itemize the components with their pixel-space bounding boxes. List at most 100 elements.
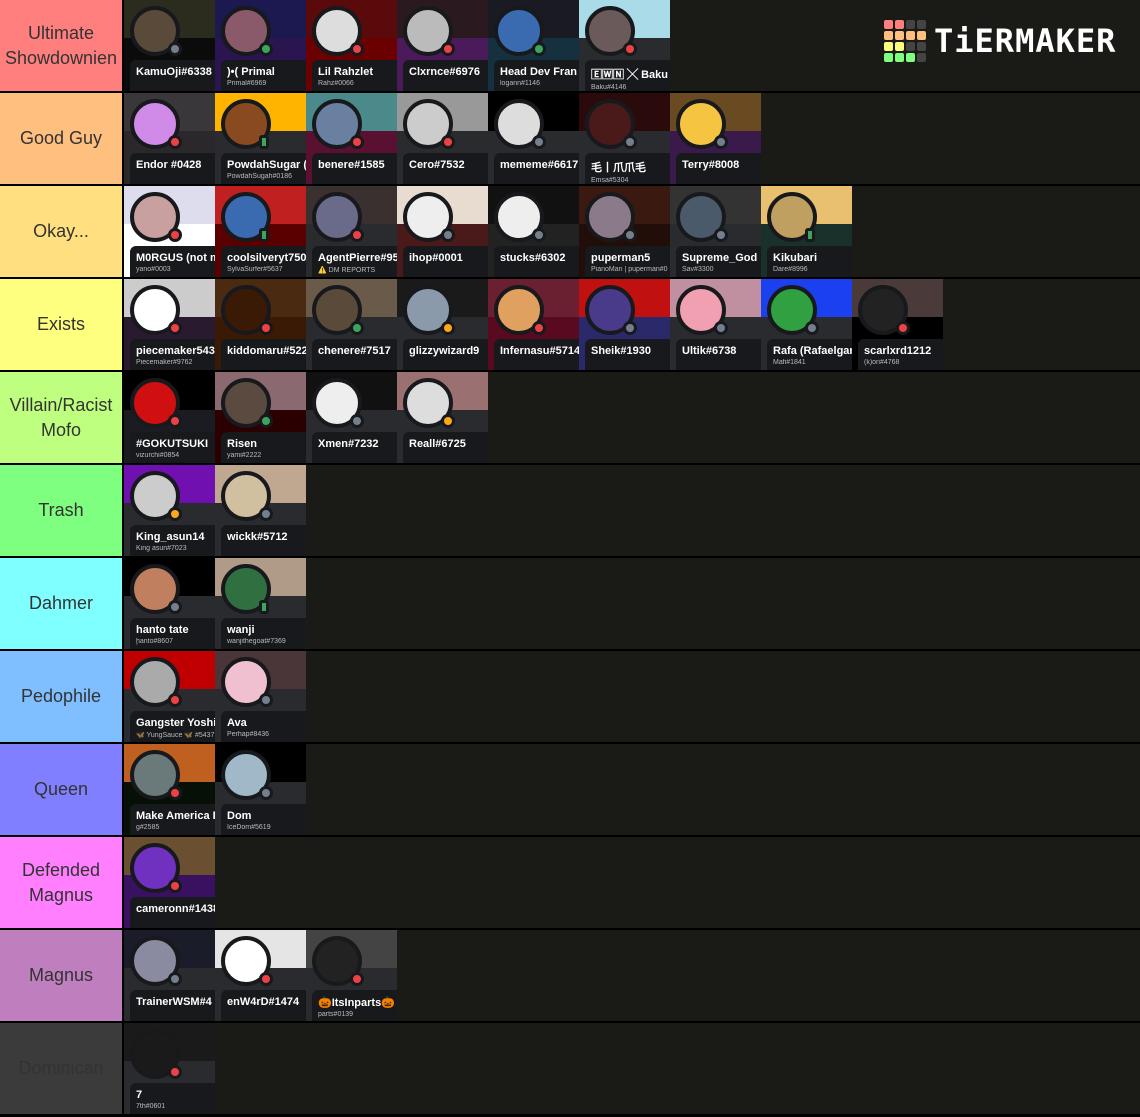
user-tag: Rahz#0066 <box>318 80 354 87</box>
tier-item-card[interactable]: Clxrnce#6976 <box>397 0 488 91</box>
tier-item-card[interactable]: Dom IceDom#5619 <box>215 744 306 835</box>
status-offline-icon <box>259 693 273 707</box>
tier-item-card[interactable]: Ultik#6738 <box>670 279 761 370</box>
user-tag: ⚠️ DM REPORTS <box>318 267 376 274</box>
user-tag: parts#0139 <box>318 1011 354 1018</box>
user-tag: logann#1146 <box>500 80 540 87</box>
tier-item-card[interactable]: wanji wanjithegoat#7369 <box>215 558 306 649</box>
tier-item-card[interactable]: Kikubari Dare#8996 <box>761 186 852 277</box>
tier-label[interactable]: Dominican <box>0 1023 124 1114</box>
user-tag: Piecemaker#9762 <box>136 359 193 366</box>
username: Supreme_God <box>682 252 758 264</box>
tier-item-card[interactable]: )•( Primal Primal#6969 <box>215 0 306 91</box>
tier-label[interactable]: Defended Magnus <box>0 837 124 928</box>
tier-item-card[interactable]: wickk#5712 <box>215 465 306 556</box>
tier-item-card[interactable]: Terry#8008 <box>670 93 761 184</box>
tier-item-card[interactable]: PowdahSugar (ResoluteWillyguy) PowdahSuga… <box>215 93 306 184</box>
tier-item-card[interactable]: Make America Dr g#2585 <box>124 744 215 835</box>
tier-row: Trash King_asun14 King asun#7023 wickk#5712 <box>0 465 1140 558</box>
tier-label[interactable]: Trash <box>0 465 124 556</box>
tier-item-card[interactable]: 7 7th#0601 <box>124 1023 215 1114</box>
tier-item-card[interactable]: AgentPierre#9526 ⚠️ DM REPORTS <box>306 186 397 277</box>
tier-items: cameronn#1438 <box>124 837 1140 928</box>
tier-item-card[interactable]: puperman5 PianoMan | puperman#0 <box>579 186 670 277</box>
status-offline-icon <box>714 321 728 335</box>
tier-label[interactable]: Okay... <box>0 186 124 277</box>
tier-item-card[interactable]: TrainerWSM#4 <box>124 930 215 1021</box>
tier-item-card[interactable]: Sheik#1930 <box>579 279 670 370</box>
tier-item-card[interactable]: Head Dev Fran logann#1146 <box>488 0 579 91</box>
tier-item-card[interactable]: Xmen#7232 <box>306 372 397 463</box>
name-panel: glizzywizard9 <box>403 339 488 370</box>
status-offline-icon <box>532 228 546 242</box>
name-panel: Dom IceDom#5619 <box>221 804 306 835</box>
status-offline-icon <box>714 135 728 149</box>
status-online-icon <box>350 321 364 335</box>
tier-item-card[interactable]: Endor #0428 <box>124 93 215 184</box>
name-panel: 🄴🅆🄽 ╳ Baku Baku#4146 <box>585 60 670 91</box>
tier-item-card[interactable]: cameronn#1438 <box>124 837 215 928</box>
tier-item-card[interactable]: #GOKUTSUKI vizurchi#0854 <box>124 372 215 463</box>
status-dnd-icon <box>168 693 182 707</box>
tier-item-card[interactable]: Gangster Yoshi 🦋 YungSauce 🦋 #5437 <box>124 651 215 742</box>
name-panel: kiddomaru#522 <box>221 339 306 370</box>
tier-item-card[interactable]: chenere#7517 <box>306 279 397 370</box>
tier-label[interactable]: Pedophile <box>0 651 124 742</box>
tier-item-card[interactable]: 🄴🅆🄽 ╳ Baku Baku#4146 <box>579 0 670 91</box>
tier-item-card[interactable]: KamuOji#6338 <box>124 0 215 91</box>
user-tag: Perhap#8436 <box>227 731 270 738</box>
status-idle-icon <box>441 414 455 428</box>
name-panel: 🎃ItsInparts🎃 parts#0139 <box>312 990 397 1021</box>
tier-item-card[interactable]: mememe#6617 <box>488 93 579 184</box>
tier-item-card[interactable]: Reall#6725 <box>397 372 488 463</box>
user-tag: (k)ori#4768 <box>864 359 900 366</box>
tier-label[interactable]: Exists <box>0 279 124 370</box>
tier-label[interactable]: Good Guy <box>0 93 124 184</box>
name-panel: stucks#6302 <box>494 246 579 277</box>
tier-item-card[interactable]: Ava Perhap#8436 <box>215 651 306 742</box>
status-offline-icon <box>168 600 182 614</box>
tier-item-card[interactable]: hanto tate ḩanto#8607 <box>124 558 215 649</box>
logo-square <box>906 42 915 51</box>
tier-label[interactable]: Magnus <box>0 930 124 1021</box>
tier-item-card[interactable]: glizzywizard9 <box>397 279 488 370</box>
tier-item-card[interactable]: 毛丨爪爪毛 Emsa#5304 <box>579 93 670 184</box>
tier-label[interactable]: Villain/Racist Mofo <box>0 372 124 463</box>
tier-item-card[interactable]: Infernasu#5714 <box>488 279 579 370</box>
tier-item-card[interactable]: stucks#6302 <box>488 186 579 277</box>
tier-item-card[interactable]: Supreme_God Sav#3300 <box>670 186 761 277</box>
tier-item-card[interactable]: coolsilveryt750 SylvaSurfer#5637 <box>215 186 306 277</box>
tier-item-card[interactable]: kiddomaru#522 <box>215 279 306 370</box>
status-mobile-icon <box>259 600 269 614</box>
tier-item-card[interactable]: enW4rD#1474 <box>215 930 306 1021</box>
username: benere#1585 <box>318 159 385 171</box>
username: stucks#6302 <box>500 252 566 264</box>
tier-item-card[interactable]: Cero#7532 <box>397 93 488 184</box>
tier-item-card[interactable]: Lil Rahzlet Rahz#0066 <box>306 0 397 91</box>
user-tag: IceDom#5619 <box>227 824 271 831</box>
tier-item-card[interactable]: King_asun14 King asun#7023 <box>124 465 215 556</box>
tier-item-card[interactable]: Rafa (Rafaelgar Mafi#1841 <box>761 279 852 370</box>
tier-row: Pedophile Gangster Yoshi 🦋 YungSauce 🦋 #54… <box>0 651 1140 744</box>
tier-item-card[interactable]: M0RGUS (not ma yano#0003 <box>124 186 215 277</box>
username: cameronn#1438 <box>136 903 215 915</box>
tier-item-card[interactable]: Risen yami#2222 <box>215 372 306 463</box>
name-panel: Sheik#1930 <box>585 339 670 370</box>
status-dnd-icon <box>168 786 182 800</box>
tier-item-card[interactable]: scarlxrd1212 (k)ori#4768 <box>852 279 943 370</box>
tier-item-card[interactable]: piecemaker54312 Piecemaker#9762 <box>124 279 215 370</box>
tier-item-card[interactable]: benere#1585 <box>306 93 397 184</box>
status-dnd-icon <box>168 879 182 893</box>
tier-label[interactable]: Queen <box>0 744 124 835</box>
tier-label[interactable]: Ultimate Showdownien <box>0 0 124 91</box>
name-panel: 7 7th#0601 <box>130 1083 215 1114</box>
tier-item-card[interactable]: ihop#0001 <box>397 186 488 277</box>
tier-row: Villain/Racist Mofo #GOKUTSUKI vizurchi#08… <box>0 372 1140 465</box>
tier-label[interactable]: Dahmer <box>0 558 124 649</box>
status-idle-icon <box>441 321 455 335</box>
tiermaker-logo[interactable]: TiERMAKER <box>884 20 1116 62</box>
username: Endor #0428 <box>136 159 202 171</box>
name-panel: benere#1585 <box>312 153 397 184</box>
tier-item-card[interactable]: 🎃ItsInparts🎃 parts#0139 <box>306 930 397 1021</box>
status-dnd-icon <box>259 972 273 986</box>
